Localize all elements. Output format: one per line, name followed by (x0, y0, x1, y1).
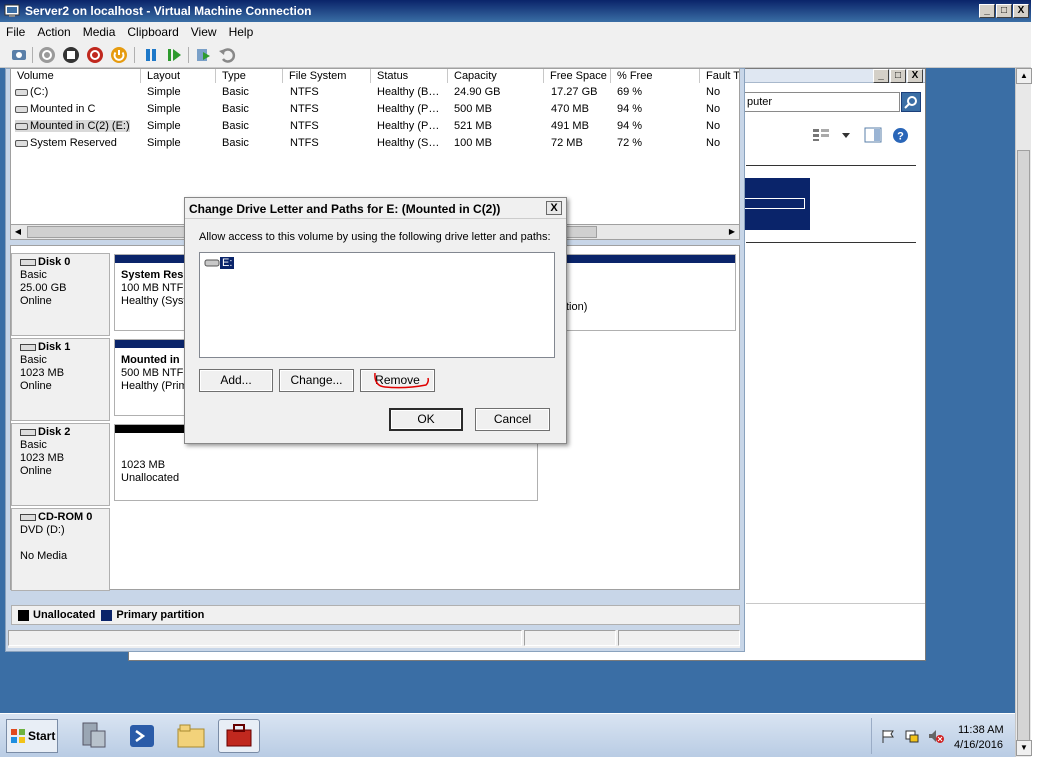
drive-icon (15, 88, 28, 96)
dialog-close-button[interactable]: X (546, 201, 562, 215)
pause-icon[interactable] (142, 46, 160, 64)
col-percent-free[interactable]: % Free (611, 69, 700, 83)
col-file-system[interactable]: File System (283, 69, 371, 83)
selected-item-block (742, 178, 810, 230)
resume-icon[interactable] (165, 46, 183, 64)
col-capacity[interactable]: Capacity (448, 69, 544, 83)
toolbox-icon (226, 724, 252, 747)
dialog-description: Allow access to this volume by using the… (199, 231, 551, 243)
drive-icon (15, 105, 28, 113)
scroll-thumb[interactable] (1017, 150, 1030, 745)
svg-text:?: ? (897, 131, 904, 143)
change-button[interactable]: Change... (279, 369, 354, 392)
clock-time[interactable]: 11:38 AM (958, 724, 1004, 736)
cm-close-button[interactable]: X (907, 69, 923, 83)
col-volume[interactable]: Volume (11, 69, 141, 83)
change-drive-letter-dialog: Change Drive Letter and Paths for E: (Mo… (184, 197, 567, 444)
col-fault-tolerance[interactable]: Fault T (700, 69, 739, 83)
disk-icon (20, 428, 36, 436)
cm-search-text: puter (747, 96, 773, 108)
search-button[interactable] (901, 92, 921, 112)
cdrom-icon (20, 513, 36, 521)
cdrom-0-label[interactable]: CD-ROM 0 DVD (D:) No Media (11, 508, 110, 591)
show-hide-pane-icon[interactable] (864, 127, 882, 143)
col-status[interactable]: Status (371, 69, 448, 83)
minimize-button[interactable]: _ (979, 4, 995, 18)
volume-muted-icon[interactable] (927, 728, 945, 744)
cm-minimize-button[interactable]: _ (873, 69, 889, 83)
table-row-selected[interactable]: Mounted in C(2) (E:) Simple Basic NTFS H… (11, 118, 739, 135)
list-item[interactable]: E: (204, 257, 235, 269)
save-state-icon[interactable] (110, 46, 128, 64)
menu-file[interactable]: File (0, 25, 31, 39)
table-row[interactable]: (C:) Simple Basic NTFS Healthy (B… 24.90… (11, 84, 739, 101)
explorer-icon[interactable] (170, 719, 212, 753)
disk-1-label[interactable]: Disk 1 Basic 1023 MB Online (11, 338, 110, 421)
status-bar (8, 630, 740, 648)
powershell-icon[interactable] (121, 719, 163, 753)
cm-search-field[interactable]: puter (744, 92, 900, 112)
action-center-flag-icon[interactable] (880, 728, 896, 744)
col-layout[interactable]: Layout (141, 69, 216, 83)
scroll-left-icon[interactable]: ◀ (11, 225, 25, 239)
drive-icon (15, 122, 28, 130)
vm-window-title: Server2 on localhost - Virtual Machine C… (25, 4, 312, 18)
disk-0-label[interactable]: Disk 0 Basic 25.00 GB Online (11, 253, 110, 336)
add-button[interactable]: Add... (199, 369, 273, 392)
start-vm-icon[interactable] (38, 46, 56, 64)
cancel-button[interactable]: Cancel (475, 408, 550, 431)
legend: Unallocated Primary partition (11, 605, 740, 625)
snapshot-icon[interactable] (194, 46, 212, 64)
col-free-space[interactable]: Free Space (544, 69, 611, 83)
shutdown-icon[interactable] (86, 46, 104, 64)
disk-icon (20, 258, 36, 266)
windows-logo-icon (11, 729, 25, 743)
menu-view[interactable]: View (185, 25, 223, 39)
turn-off-icon[interactable] (62, 46, 80, 64)
disk-icon (20, 343, 36, 351)
close-button[interactable]: X (1013, 4, 1029, 18)
menu-media[interactable]: Media (77, 25, 122, 39)
start-button[interactable]: Start (6, 719, 58, 753)
scroll-down-icon[interactable]: ▼ (1016, 740, 1032, 756)
view-options-icon[interactable] (812, 128, 832, 142)
start-label: Start (28, 729, 56, 743)
table-row[interactable]: System Reserved Simple Basic NTFS Health… (11, 135, 739, 152)
computer-management-task[interactable] (218, 719, 260, 753)
red-annotation-underline (374, 372, 429, 389)
search-icon (904, 96, 917, 109)
help-icon[interactable]: ? (892, 127, 909, 144)
primary-swatch (101, 609, 113, 621)
scroll-up-icon[interactable]: ▲ (1016, 68, 1032, 84)
vm-connection-icon (4, 4, 20, 17)
dialog-title: Change Drive Letter and Paths for E: (Mo… (185, 198, 566, 219)
scroll-right-icon[interactable]: ▶ (725, 225, 739, 239)
chevron-down-icon[interactable] (841, 130, 851, 140)
vm-vertical-scrollbar[interactable]: ▲ ▼ (1015, 68, 1032, 757)
drive-icon (204, 259, 220, 267)
drive-icon (15, 139, 28, 147)
table-row[interactable]: Mounted in C Simple Basic NTFS Healthy (… (11, 101, 739, 118)
server-manager-icon[interactable] (73, 719, 115, 753)
maximize-button[interactable]: □ (996, 4, 1012, 18)
ok-button[interactable]: OK (389, 408, 463, 431)
menu-help[interactable]: Help (223, 25, 260, 39)
menu-clipboard[interactable]: Clipboard (121, 25, 184, 39)
revert-icon[interactable] (218, 46, 236, 64)
vm-titlebar: Server2 on localhost - Virtual Machine C… (0, 0, 1031, 22)
ctrl-alt-del-icon[interactable] (10, 46, 28, 64)
network-icon[interactable] (904, 728, 920, 744)
taskbar: Start 11:38 AM 4/16/2016 (0, 713, 1015, 757)
drive-paths-list[interactable]: E: (199, 252, 555, 358)
vm-toolbar (0, 42, 1031, 68)
vm-menubar: File Action Media Clipboard View Help (0, 22, 1031, 42)
cm-maximize-button[interactable]: □ (890, 69, 906, 83)
disk-2-label[interactable]: Disk 2 Basic 1023 MB Online (11, 423, 110, 506)
unallocated-swatch (18, 609, 29, 621)
menu-action[interactable]: Action (31, 25, 76, 39)
clock-date[interactable]: 4/16/2016 (954, 739, 1003, 751)
system-tray: 11:38 AM 4/16/2016 (871, 718, 1012, 754)
col-type[interactable]: Type (216, 69, 283, 83)
